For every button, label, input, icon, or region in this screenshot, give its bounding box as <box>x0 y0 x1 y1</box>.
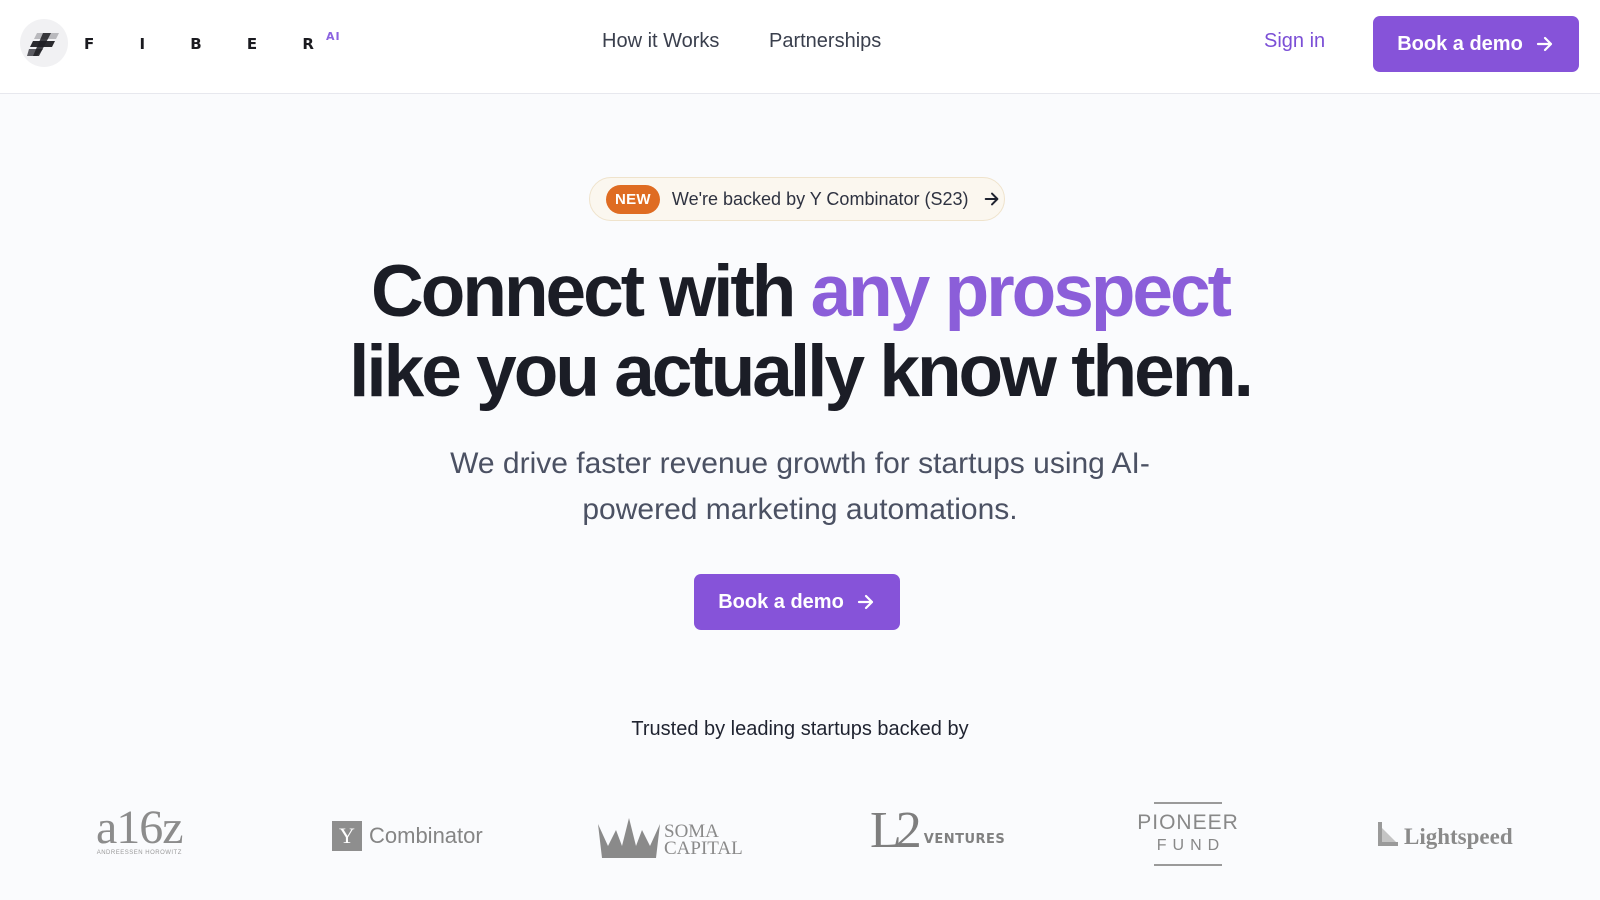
yc-box-mark: Y <box>332 821 362 851</box>
pioneer-bottom-rule <box>1154 864 1222 866</box>
headline-accent: any prospect <box>810 251 1232 332</box>
pioneer-line2: FUND <box>1156 837 1226 854</box>
arrow-right-icon <box>856 592 876 612</box>
hero-subheadline: We drive faster revenue growth for start… <box>450 447 1150 526</box>
brand-wordmark: F I B E R <box>84 35 334 53</box>
headline-part1: Connect with <box>371 251 811 332</box>
new-badge: NEW <box>606 184 660 214</box>
nav-partnerships[interactable]: Partnerships <box>769 30 881 53</box>
l2-mark: L2 <box>870 802 922 859</box>
pioneer-fund-logo: PIONEER FUND <box>1137 802 1239 866</box>
l2-wordmark: VENTURES <box>923 831 1006 847</box>
sign-in-link[interactable]: Sign in <box>1264 30 1325 53</box>
nav-how-it-works[interactable]: How it Works <box>602 30 719 53</box>
pioneer-top-rule <box>1154 802 1222 804</box>
a16z-tagline: ANDREESSEN HOROWITZ <box>96 850 182 856</box>
lightspeed-wordmark: Lightspeed <box>1404 823 1513 849</box>
lightspeed-logo: Lightspeed <box>1376 822 1513 851</box>
top-navbar: F I B E R AI How it Works Partnerships S… <box>0 0 1600 94</box>
crown-icon <box>598 816 660 863</box>
a16z-mark: a16z <box>96 801 184 854</box>
arrow-right-icon <box>983 190 1001 208</box>
l2-ventures-logo: L2 VENTURES <box>870 805 1005 857</box>
book-demo-header-label: Book a demo <box>1397 32 1523 55</box>
book-demo-hero-label: Book a demo <box>718 590 844 613</box>
brand-logo-link[interactable]: F I B E R AI <box>20 19 349 67</box>
soma-capital-logo: SOMA CAPITAL <box>598 816 743 863</box>
arrow-right-icon <box>1535 34 1555 54</box>
lightspeed-mark-icon <box>1376 822 1398 851</box>
yc-wordmark: Combinator <box>369 823 483 848</box>
announcement-text: We're backed by Y Combinator (S23) <box>671 188 969 209</box>
book-demo-hero-button[interactable]: Book a demo <box>694 574 900 630</box>
y-combinator-logo: Y Combinator <box>332 821 483 851</box>
a16z-logo: a16z ANDREESSEN HOROWITZ <box>96 801 184 857</box>
yc-announcement-pill[interactable]: NEW We're backed by Y Combinator (S23) <box>589 177 1005 221</box>
book-demo-header-button[interactable]: Book a demo <box>1373 16 1579 72</box>
hero-headline: Connect with any prospect like you actua… <box>0 252 1600 412</box>
fiber-logo-icon <box>20 19 68 67</box>
brand-ai-superscript: AI <box>325 29 341 43</box>
trusted-by-label: Trusted by leading startups backed by <box>631 718 969 740</box>
soma-line2: CAPITAL <box>664 837 743 859</box>
pioneer-line1: PIONEER <box>1137 811 1239 834</box>
soma-capital-wordmark: SOMA CAPITAL <box>664 822 743 859</box>
headline-line2: like you actually know them. <box>349 331 1254 412</box>
